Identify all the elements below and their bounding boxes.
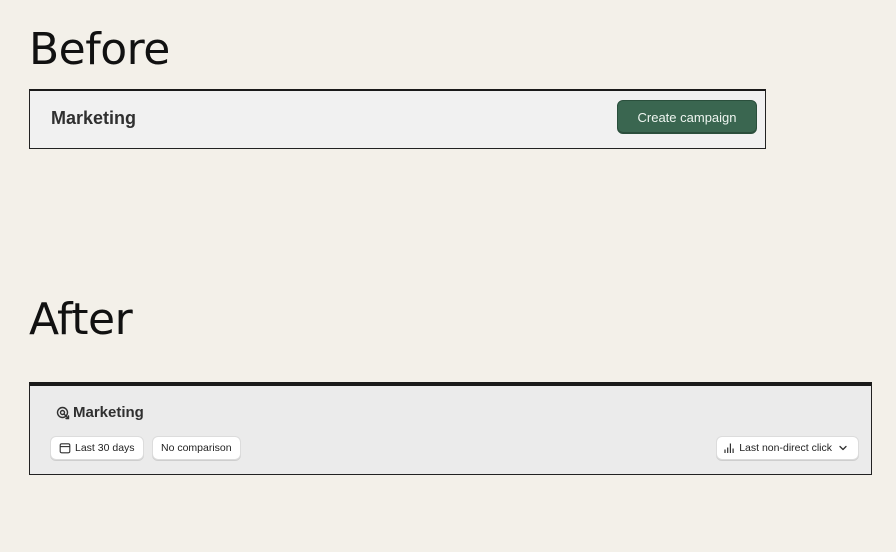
before-page-header: Marketing Create campaign [29, 89, 766, 149]
comparison-button[interactable]: No comparison [152, 436, 241, 460]
attribution-label: Last non-direct click [739, 442, 832, 454]
attribution-model-dropdown[interactable]: Last non-direct click [716, 436, 859, 460]
after-heading: After [29, 294, 133, 345]
comparison-label: No comparison [161, 442, 232, 454]
target-icon [56, 406, 70, 420]
chevron-down-icon [838, 443, 852, 453]
create-campaign-button[interactable]: Create campaign [617, 100, 757, 134]
date-range-label: Last 30 days [75, 442, 135, 454]
page-title-row: Marketing [56, 404, 144, 421]
bar-chart-icon [723, 442, 739, 454]
after-page-header: Marketing Last 30 days No comparison Las… [29, 382, 872, 475]
page-title: Marketing [73, 404, 144, 421]
before-heading: Before [29, 24, 170, 75]
calendar-icon [59, 442, 75, 454]
page-title: Marketing [51, 108, 137, 128]
date-range-button[interactable]: Last 30 days [50, 436, 144, 460]
